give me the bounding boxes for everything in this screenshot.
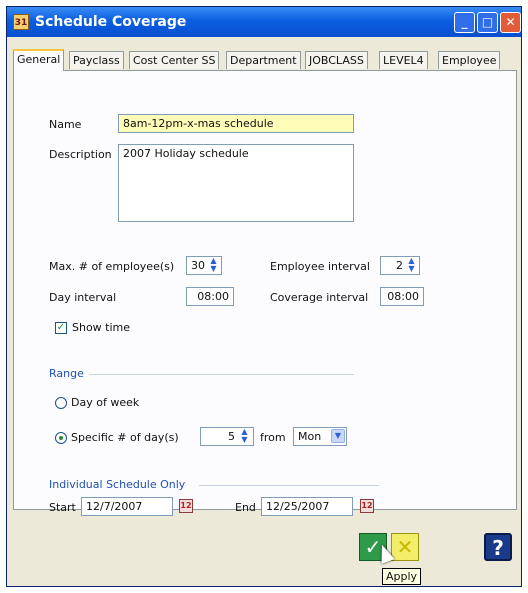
description-field[interactable]: 2007 Holiday schedule	[118, 144, 354, 222]
show-time-label: Show time	[72, 321, 131, 334]
window-title: Schedule Coverage	[35, 14, 187, 30]
show-time-checkbox[interactable]: ✓	[55, 322, 67, 334]
close-icon: ✕	[505, 15, 516, 29]
apply-tooltip: Apply	[382, 568, 422, 585]
specific-days-spinner[interactable]: ▲ ▼	[238, 428, 251, 445]
range-section-label: Range	[49, 367, 84, 380]
individual-separator	[199, 485, 379, 486]
start-label: Start	[49, 501, 76, 514]
cancel-button[interactable]: ✕	[391, 533, 419, 561]
maximize-button[interactable]: □	[477, 12, 498, 33]
specific-days-label: Specific # of day(s)	[71, 431, 179, 444]
day-of-week-radio[interactable]	[55, 397, 67, 409]
help-button[interactable]: ?	[484, 533, 512, 561]
max-employees-label: Max. # of employee(s)	[49, 260, 175, 273]
schedule-coverage-window: 31 Schedule Coverage _ □ ✕ General Paycl…	[6, 6, 522, 587]
minimize-button[interactable]: _	[454, 12, 475, 33]
employee-interval-spinner[interactable]: ▲ ▼	[405, 257, 418, 274]
end-label: End	[235, 501, 256, 514]
chevron-down-icon[interactable]: ▼	[331, 429, 345, 443]
name-label: Name	[49, 118, 82, 131]
coverage-interval-label: Coverage interval	[270, 291, 369, 304]
minimize-icon: _	[461, 15, 468, 29]
tab-employee[interactable]: Employee	[438, 51, 501, 69]
tab-payclass[interactable]: Payclass	[69, 51, 124, 69]
general-tab-panel: Name 8am-12pm-x-mas schedule Description…	[13, 70, 517, 516]
coverage-interval-field[interactable]: 08:00	[380, 287, 424, 306]
tab-department[interactable]: Department	[226, 51, 301, 69]
individual-section-label: Individual Schedule Only	[49, 478, 186, 491]
cancel-x-icon: ✕	[396, 535, 414, 559]
title-bar[interactable]: 31 Schedule Coverage _ □ ✕	[7, 7, 521, 37]
tab-general[interactable]: General	[13, 49, 65, 71]
maximize-icon: □	[481, 15, 494, 29]
description-label: Description	[49, 148, 112, 161]
day-interval-label: Day interval	[49, 291, 117, 304]
range-separator	[89, 374, 354, 375]
end-calendar-icon[interactable]: 12	[360, 499, 374, 513]
start-calendar-icon[interactable]: 12	[179, 499, 193, 513]
from-label: from	[260, 431, 286, 444]
name-field[interactable]: 8am-12pm-x-mas schedule	[118, 114, 354, 133]
employee-interval-label: Employee interval	[270, 260, 370, 273]
help-icon: ?	[492, 536, 504, 560]
button-bar	[7, 514, 521, 558]
close-button[interactable]: ✕	[500, 12, 521, 33]
day-of-week-label: Day of week	[71, 396, 140, 409]
day-interval-field[interactable]: 08:00	[186, 287, 234, 306]
tab-jobclass[interactable]: JOBCLASS	[305, 51, 368, 69]
calendar-icon: 31	[13, 14, 29, 30]
specific-days-radio[interactable]	[55, 432, 67, 444]
tab-level4[interactable]: LEVEL4	[379, 51, 428, 69]
tab-cost-center-ss[interactable]: Cost Center SS	[129, 51, 220, 69]
max-employees-spinner[interactable]: ▲ ▼	[207, 257, 220, 274]
